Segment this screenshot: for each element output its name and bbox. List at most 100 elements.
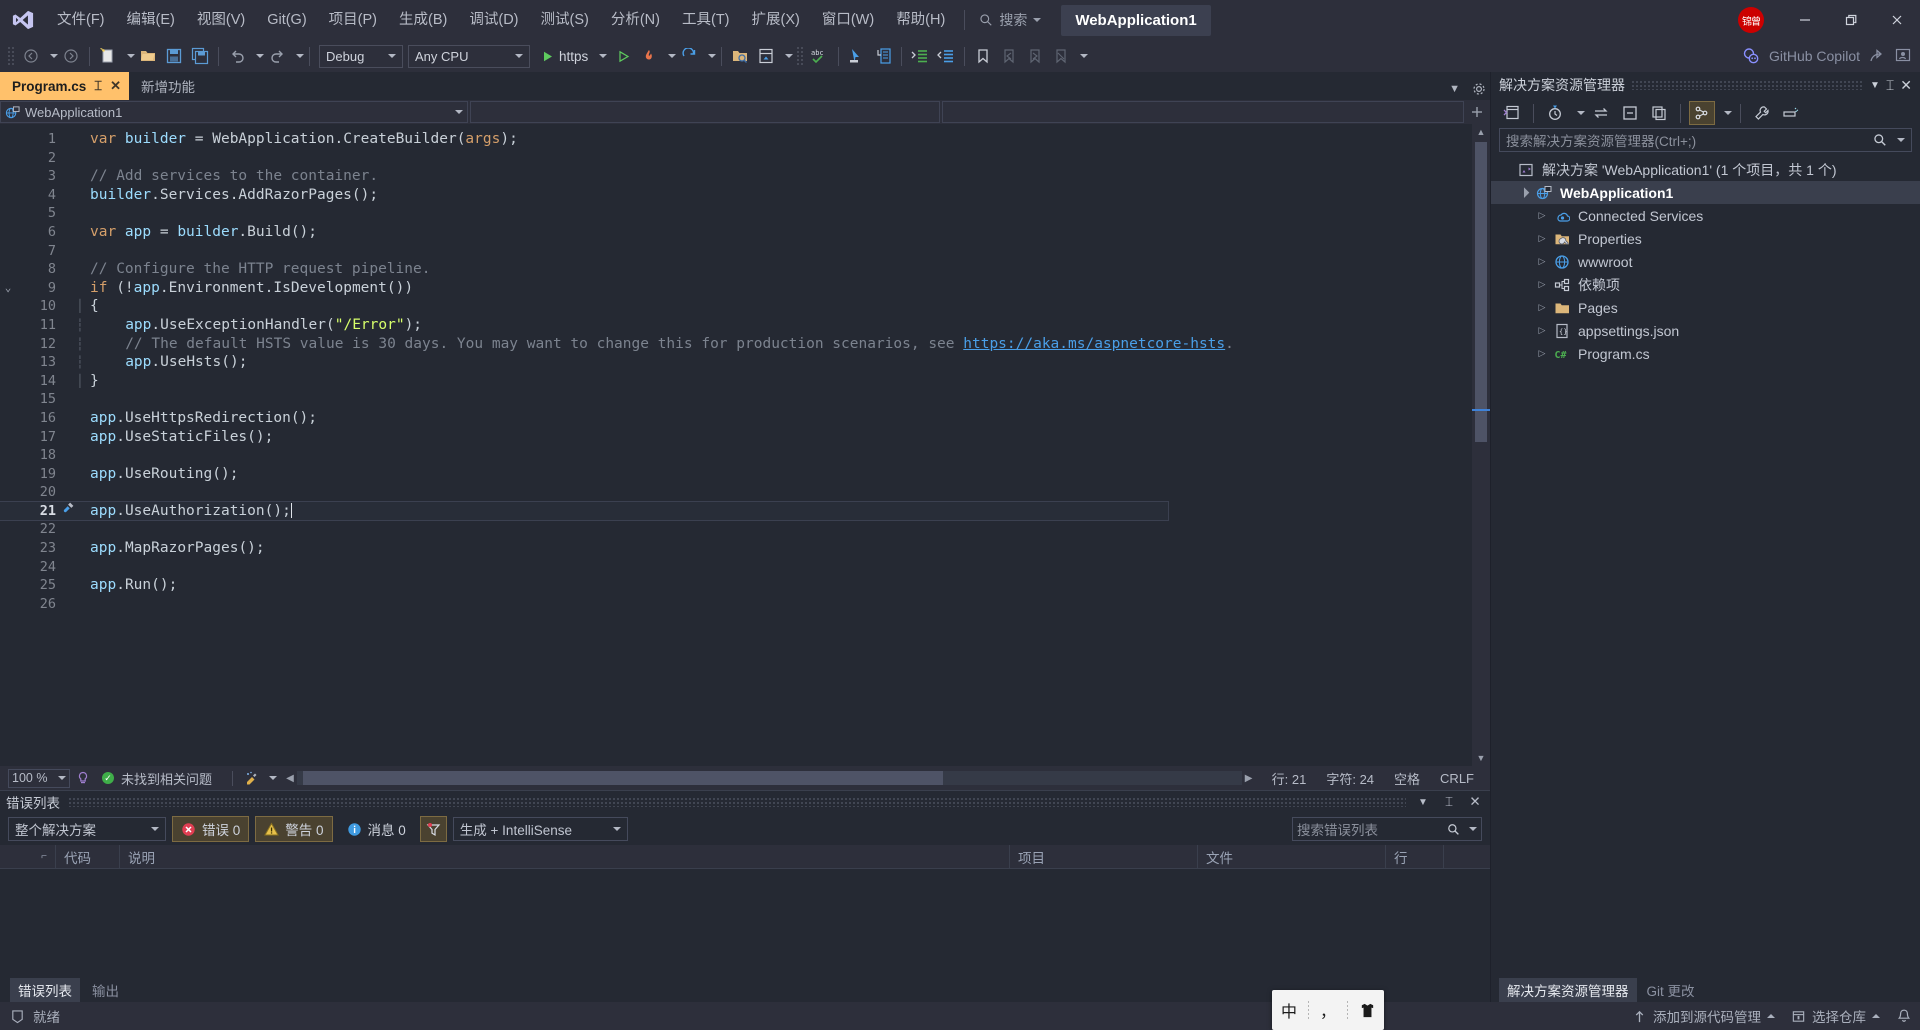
editor-horizontal-scrollbar[interactable]: ◀ ▶ [283, 766, 1256, 790]
scroll-down-icon[interactable]: ▼ [1472, 750, 1490, 766]
notifications-button[interactable] [1896, 1008, 1912, 1024]
minimize-icon[interactable] [1782, 0, 1828, 40]
tab-solution-explorer[interactable]: 解决方案资源管理器 [1499, 978, 1637, 1002]
code-line[interactable]: 1 var builder = WebApplication.CreateBuil… [0, 130, 1472, 149]
chevron-down-icon[interactable] [296, 54, 304, 58]
tab-new-features[interactable]: 新增功能 [129, 72, 203, 100]
code-text[interactable]: app.MapRazorPages(); [86, 539, 265, 558]
save-all-icon[interactable] [187, 43, 213, 69]
code-line[interactable]: 25 app.Run(); [0, 576, 1472, 595]
menu-item-analyze[interactable]: 分析(N) [600, 0, 671, 40]
menu-item-file[interactable]: 文件(F) [46, 0, 116, 40]
solution-explorer-search[interactable]: 搜索解决方案资源管理器(Ctrl+;) [1499, 128, 1912, 152]
column-header-code[interactable]: 代码 [56, 844, 120, 869]
code-lines[interactable]: 1 var builder = WebApplication.CreateBuil… [0, 124, 1472, 766]
code-line[interactable]: 26 [0, 595, 1472, 614]
undo-icon[interactable] [224, 43, 250, 69]
pin-icon[interactable]: ⌶ [94, 78, 102, 94]
navbar-project-dropdown[interactable]: WebApplication1 [0, 101, 468, 123]
tab-program-cs[interactable]: Program.cs ⌶ ✕ [0, 72, 130, 100]
code-line[interactable]: 19 app.UseRouting(); [0, 465, 1472, 484]
menu-item-build[interactable]: 生成(B) [388, 0, 458, 40]
ime-punctuation[interactable]: ， [1313, 998, 1343, 1022]
tree-item-webapplication1-1-1[interactable]: 解决方案 'WebApplication1' (1 个项目，共 1 个) [1491, 158, 1920, 181]
code-text[interactable]: app.UseRouting(); [86, 465, 238, 484]
code-line[interactable]: 13 ┆ app.UseHsts(); [0, 353, 1472, 372]
bookmark-prev-icon[interactable] [996, 43, 1022, 69]
tab-output[interactable]: 输出 [84, 978, 127, 1002]
build-configuration-dropdown[interactable]: Debug [319, 44, 403, 68]
github-copilot-button[interactable]: GitHub Copilot [1741, 40, 1912, 72]
code-line[interactable]: 21 app.UseAuthorization(); [0, 500, 1169, 522]
bookmark-clear-icon[interactable] [1048, 43, 1074, 69]
chevron-down-icon[interactable] [127, 54, 135, 58]
lightbulb-icon[interactable] [70, 771, 96, 785]
column-header-icon[interactable]: ⌐ [0, 844, 56, 869]
navbar-type-dropdown[interactable] [470, 101, 940, 123]
chevron-down-icon[interactable]: ◢ [1514, 182, 1535, 203]
code-text[interactable]: builder.Services.AddRazorPages(); [86, 186, 378, 205]
line-ending-mode[interactable]: CRLF [1430, 771, 1490, 786]
solution-tree[interactable]: 解决方案 'WebApplication1' (1 个项目，共 1 个) ◢ Web… [1491, 152, 1920, 974]
scroll-left-icon[interactable]: ◀ [283, 773, 297, 784]
chevron-right-icon[interactable]: ▷ [1533, 279, 1551, 290]
chevron-down-icon[interactable]: ▼ [1414, 797, 1432, 808]
restore-icon[interactable] [1828, 0, 1874, 40]
code-line[interactable]: 10 │ { [0, 297, 1472, 316]
menu-item-project[interactable]: 项目(P) [318, 0, 388, 40]
indentation-mode[interactable]: 空格 [1384, 769, 1430, 788]
chevron-down-icon[interactable] [668, 54, 677, 58]
warnings-toggle[interactable]: 警告 0 [255, 816, 333, 842]
column-header-line[interactable]: 行 [1386, 844, 1444, 869]
tree-item-connected-services[interactable]: ▷ Connected Services [1491, 204, 1920, 227]
close-icon[interactable]: ✕ [110, 78, 121, 94]
toolbar-grip[interactable] [7, 46, 15, 66]
properties-icon[interactable] [1749, 101, 1775, 125]
navbar-member-dropdown[interactable] [942, 101, 1464, 123]
play-outline-icon[interactable] [610, 43, 636, 69]
build-filter-dropdown[interactable]: 生成 + IntelliSense [452, 817, 628, 841]
chevron-right-icon[interactable]: ▷ [1533, 256, 1551, 267]
chevron-down-icon[interactable] [1577, 111, 1585, 115]
outdent-icon[interactable] [933, 43, 959, 69]
collapse-all-icon[interactable] [1617, 101, 1643, 125]
chevron-down-icon[interactable] [256, 54, 264, 58]
tree-item-webapplication1[interactable]: ◢ WebApplication1 [1491, 181, 1920, 204]
structure-icon[interactable] [870, 43, 896, 69]
add-to-source-control-button[interactable]: 添加到源代码管理 [1632, 1006, 1775, 1026]
select-element-icon[interactable] [844, 43, 870, 69]
platform-dropdown[interactable]: Any CPU [408, 44, 530, 68]
code-editor[interactable]: 1 var builder = WebApplication.CreateBuil… [0, 124, 1490, 766]
code-cleanup-button[interactable] [243, 770, 278, 786]
chevron-right-icon[interactable]: ▷ [1533, 210, 1551, 221]
error-list-search[interactable]: 搜索错误列表 [1292, 817, 1482, 841]
scroll-up-icon[interactable]: ▲ [1472, 124, 1490, 140]
tree-item-program-cs[interactable]: ▷ C# Program.cs [1491, 342, 1920, 365]
close-icon[interactable] [1874, 0, 1920, 40]
sync-icon[interactable] [1588, 101, 1614, 125]
code-line[interactable]: 22 [0, 520, 1472, 539]
code-line[interactable]: 14 │} [0, 372, 1472, 391]
preview-icon[interactable] [1778, 101, 1804, 125]
error-scope-dropdown[interactable]: 整个解决方案 [8, 817, 166, 841]
scrollbar-thumb[interactable] [1475, 142, 1487, 442]
error-list-rows[interactable] [0, 869, 1490, 976]
hot-reload-icon[interactable] [636, 43, 662, 69]
code-line[interactable]: 20 [0, 483, 1472, 502]
tree-item-wwwroot[interactable]: ▷ wwwroot [1491, 250, 1920, 273]
feedback-icon[interactable] [1894, 47, 1912, 65]
column-header-file[interactable]: 文件 [1198, 844, 1386, 869]
tab-error-list[interactable]: 错误列表 [10, 978, 80, 1002]
chevron-down-icon[interactable] [785, 54, 794, 58]
menu-item-view[interactable]: 视图(V) [186, 0, 256, 40]
navigate-forward-icon[interactable] [58, 43, 84, 69]
code-line[interactable]: 17 app.UseStaticFiles(); [0, 428, 1472, 447]
code-text[interactable]: app.Run(); [86, 576, 177, 595]
tree-item-properties[interactable]: ▷ Properties [1491, 227, 1920, 250]
chevron-down-icon[interactable]: ▼ [1449, 83, 1460, 95]
code-line[interactable]: 15 [0, 390, 1472, 409]
issues-status[interactable]: ✓ 未找到相关问题 [96, 769, 222, 788]
tree-item-appsettings-json[interactable]: ▷ {} appsettings.json [1491, 319, 1920, 342]
menu-item-debug[interactable]: 调试(D) [458, 0, 529, 40]
new-project-icon[interactable] [95, 43, 121, 69]
